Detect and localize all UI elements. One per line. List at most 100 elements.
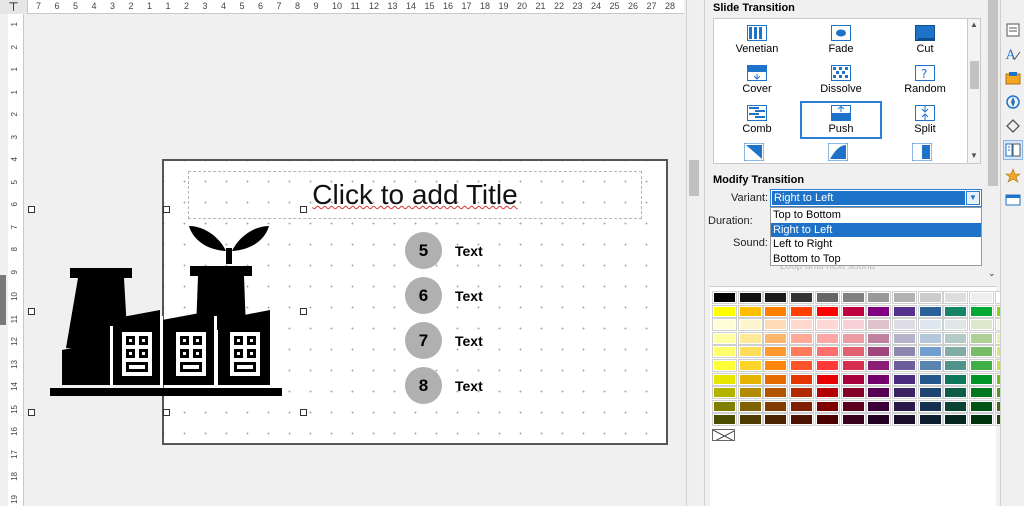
color-swatch[interactable] (789, 318, 815, 332)
scrollbar-thumb[interactable] (988, 0, 998, 186)
editor-scrollbar[interactable] (686, 0, 700, 506)
chevron-down-icon[interactable]: ⌄ (988, 268, 996, 279)
color-swatch[interactable] (737, 386, 763, 400)
shapes-icon[interactable] (1003, 116, 1023, 136)
transition-push[interactable]: Push (800, 101, 882, 139)
color-swatch[interactable] (737, 372, 763, 386)
panel-collapse-handle[interactable] (0, 275, 6, 325)
color-swatch[interactable] (891, 304, 917, 318)
color-swatch[interactable] (969, 399, 994, 413)
color-swatch[interactable] (943, 386, 969, 400)
color-swatch[interactable] (891, 318, 917, 332)
color-swatch[interactable] (866, 372, 892, 386)
color-swatch[interactable] (943, 372, 969, 386)
styles-icon[interactable]: A (1003, 44, 1023, 64)
color-swatch[interactable] (789, 291, 815, 304)
color-swatch[interactable] (969, 359, 994, 372)
color-swatch[interactable] (891, 413, 917, 427)
color-swatch[interactable] (866, 399, 892, 413)
color-swatch[interactable] (840, 372, 866, 386)
color-swatch[interactable] (814, 413, 840, 427)
color-swatch[interactable] (943, 304, 969, 318)
color-swatch[interactable] (969, 345, 994, 359)
color-swatch[interactable] (763, 318, 789, 332)
color-swatch[interactable] (789, 331, 815, 345)
color-swatch[interactable] (712, 331, 737, 345)
title-placeholder[interactable]: Click to add Title (188, 171, 642, 219)
transition-grid[interactable]: Venetian Fade Cut Cover Dissolve? Random Comb P… (713, 18, 969, 164)
color-swatch[interactable] (814, 318, 840, 332)
color-swatch[interactable] (943, 359, 969, 372)
color-swatch[interactable] (969, 331, 994, 345)
variant-select[interactable]: Right to Left ▼ (770, 189, 982, 207)
color-swatch[interactable] (737, 345, 763, 359)
animation-icon[interactable] (1003, 166, 1023, 186)
color-swatch[interactable] (917, 399, 943, 413)
panel-scrollbar[interactable] (987, 0, 999, 186)
color-swatch[interactable] (814, 345, 840, 359)
color-swatch[interactable] (943, 399, 969, 413)
color-swatch[interactable] (814, 331, 840, 345)
color-swatch[interactable] (814, 304, 840, 318)
dropdown-option[interactable]: Left to Right (771, 237, 981, 252)
color-swatch[interactable] (814, 399, 840, 413)
color-swatch[interactable] (969, 413, 994, 427)
color-swatch[interactable] (943, 413, 969, 427)
color-swatch[interactable] (866, 304, 892, 318)
color-swatch[interactable] (712, 386, 737, 400)
color-swatch[interactable] (840, 345, 866, 359)
list-item[interactable]: 7 Text (405, 322, 483, 359)
color-swatch[interactable] (917, 359, 943, 372)
horizontal-ruler[interactable]: 7 6 5 4 3 2 1 1 2 3 4 5 6 7 8 9 10 11 12 13 14 15 16 17 18 19 20 21… (28, 0, 684, 14)
color-swatch[interactable] (969, 372, 994, 386)
color-swatch[interactable] (943, 345, 969, 359)
color-swatch[interactable] (737, 399, 763, 413)
color-swatch[interactable] (840, 291, 866, 304)
chevron-down-icon[interactable]: ▼ (966, 191, 980, 205)
color-swatch[interactable] (840, 413, 866, 427)
color-swatch[interactable] (763, 345, 789, 359)
vertical-ruler[interactable]: 1 2 1 1 2 3 4 5 6 7 8 9 10 11 12 13 14 15 16 17 18 19 (8, 14, 24, 506)
scrollbar-thumb[interactable] (970, 61, 979, 89)
color-swatch[interactable] (737, 318, 763, 332)
color-swatch[interactable] (969, 386, 994, 400)
color-swatch[interactable] (917, 291, 943, 304)
dropdown-option[interactable]: Bottom to Top (771, 252, 981, 267)
color-swatch[interactable] (814, 359, 840, 372)
dropdown-option[interactable]: Top to Bottom (771, 208, 981, 223)
color-swatch[interactable] (969, 291, 994, 304)
color-swatch[interactable] (917, 331, 943, 345)
transition-venetian[interactable]: Venetian (716, 21, 798, 59)
color-swatch[interactable] (917, 413, 943, 427)
color-swatch[interactable] (737, 291, 763, 304)
color-swatch[interactable] (712, 291, 737, 304)
color-swatch[interactable] (712, 359, 737, 372)
color-swatch[interactable] (866, 359, 892, 372)
color-swatch[interactable] (917, 345, 943, 359)
factory-icon[interactable] (50, 220, 286, 400)
color-swatch[interactable] (943, 331, 969, 345)
color-swatch[interactable] (866, 413, 892, 427)
transition-split[interactable]: Split (884, 101, 966, 139)
transition-partial-icon[interactable] (743, 142, 765, 162)
color-swatch[interactable] (789, 372, 815, 386)
color-swatch[interactable] (763, 304, 789, 318)
color-swatch[interactable] (943, 318, 969, 332)
selection-handle[interactable] (163, 409, 170, 416)
master-slides-icon[interactable] (1003, 190, 1023, 210)
color-swatch[interactable] (789, 399, 815, 413)
color-swatch[interactable] (840, 386, 866, 400)
color-swatch[interactable] (866, 386, 892, 400)
color-swatch[interactable] (737, 331, 763, 345)
color-swatch[interactable] (891, 359, 917, 372)
color-swatch[interactable] (763, 413, 789, 427)
transition-grid-scrollbar[interactable]: ▲ ▼ (967, 18, 981, 164)
selection-handle[interactable] (300, 409, 307, 416)
list-item[interactable]: 5 Text (405, 232, 483, 269)
ruler-corner[interactable]: ⊤ (0, 0, 28, 14)
color-swatch[interactable] (969, 318, 994, 332)
transition-comb[interactable]: Comb (716, 101, 798, 139)
color-swatch[interactable] (763, 399, 789, 413)
variant-dropdown-list[interactable]: Top to Bottom Right to Left Left to Righ… (770, 207, 982, 266)
color-swatch[interactable] (789, 304, 815, 318)
